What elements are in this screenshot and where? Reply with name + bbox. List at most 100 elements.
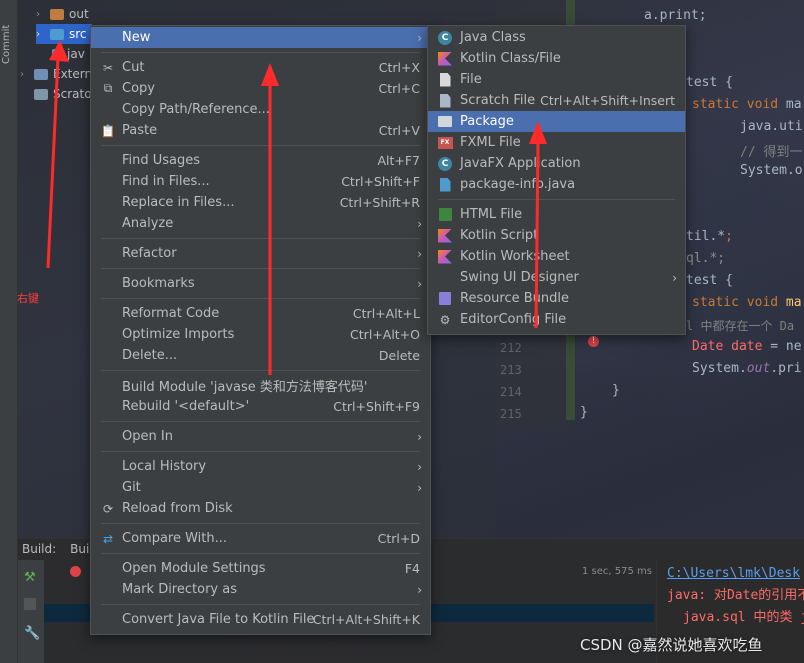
reload-icon: ⟳: [102, 501, 114, 516]
build-duration: 1 sec, 575 ms: [582, 566, 652, 577]
menu-item-build-module[interactable]: Build Module 'javase 类和方法博客代码': [91, 375, 430, 396]
chevron-right-icon[interactable]: ›: [36, 9, 50, 20]
menu-item-replace-in-files[interactable]: Replace in Files... Ctrl+Shift+R: [91, 192, 430, 213]
menu-item-java-class[interactable]: C Java Class: [428, 27, 685, 48]
menu-item-open-in[interactable]: Open In ›: [91, 426, 430, 447]
tree-item-label: Extern: [53, 67, 93, 81]
menu-item-reload-from-disk[interactable]: ⟳ Reload from Disk: [91, 498, 430, 519]
chevron-right-icon: ›: [417, 216, 422, 231]
menu-item-package[interactable]: Package: [428, 111, 685, 132]
stop-icon[interactable]: [24, 598, 36, 610]
menu-item-editorconfig-file[interactable]: ⚙ EditorConfig File: [428, 309, 685, 330]
console-file-link[interactable]: C:\Users\lmk\Desk: [657, 566, 804, 581]
menu-item-bookmarks[interactable]: Bookmarks ›: [91, 273, 430, 294]
error-icon: [70, 566, 81, 577]
menu-item-analyze[interactable]: Analyze ›: [91, 213, 430, 234]
code-line: static void ma: [692, 295, 802, 310]
tree-item-external-libraries[interactable]: › Extern: [20, 64, 92, 84]
scissors-icon: ✂: [102, 60, 114, 75]
menu-item-fxml-file[interactable]: FX FXML File: [428, 132, 685, 153]
java-class-icon: C: [438, 30, 452, 45]
menu-item-convert-to-kotlin[interactable]: Convert Java File to Kotlin File Ctrl+Alt…: [91, 609, 430, 630]
left-tool-strip: Commit: [0, 0, 18, 663]
menu-item-reformat-code[interactable]: Reformat Code Ctrl+Alt+L: [91, 303, 430, 324]
library-icon: [34, 68, 48, 80]
right-click-annotation: 右键: [17, 292, 39, 305]
tree-item-out[interactable]: › out: [36, 4, 89, 24]
kotlin-script-icon: [438, 228, 452, 243]
menu-item-kotlin-worksheet[interactable]: Kotlin Worksheet: [428, 246, 685, 267]
menu-item-compare-with[interactable]: ⇄ Compare With... Ctrl+D: [91, 528, 430, 549]
chevron-right-icon: ›: [417, 480, 422, 495]
menu-item-new[interactable]: New ›: [91, 27, 430, 48]
code-line: til.*;: [686, 229, 733, 244]
menu-item-local-history[interactable]: Local History ›: [91, 456, 430, 477]
code-line: java.uti: [740, 119, 803, 134]
chevron-right-icon: ›: [417, 582, 422, 597]
menu-item-javafx-application[interactable]: C JavaFX Application: [428, 153, 685, 174]
code-comment: l 中都存在一个 Da: [686, 319, 795, 333]
menu-item-find-usages[interactable]: Find Usages Alt+F7: [91, 150, 430, 171]
code-line: Date date = ne: [692, 339, 802, 354]
chevron-right-icon: ›: [417, 429, 422, 444]
line-number: 212: [500, 341, 522, 355]
clipboard-icon: 📋: [100, 123, 116, 138]
chevron-right-icon: ›: [417, 246, 422, 261]
code-line: ql.*;: [686, 251, 726, 266]
javafx-icon: C: [438, 156, 452, 171]
chevron-right-icon[interactable]: ›: [36, 29, 50, 40]
tree-item-label: src: [69, 27, 87, 41]
console-error: java: 对Date的引用不: [667, 588, 804, 603]
fxml-icon: FX: [437, 136, 453, 149]
menu-item-copy-path[interactable]: Copy Path/Reference...: [91, 99, 430, 120]
gear-icon: ⚙: [439, 312, 451, 327]
console-error: java.sql 中的类 j: [683, 610, 804, 625]
code-comment: // 得到一: [740, 145, 803, 160]
chevron-right-icon: ›: [417, 459, 422, 474]
code-line: test {: [686, 273, 733, 288]
build-toolbar: ⚒ 🔧: [18, 560, 44, 663]
menu-item-optimize-imports[interactable]: Optimize Imports Ctrl+Alt+O: [91, 324, 430, 345]
menu-item-resource-bundle[interactable]: Resource Bundle: [428, 288, 685, 309]
menu-item-git[interactable]: Git ›: [91, 477, 430, 498]
build-tabs: Build: Bui: [18, 538, 95, 560]
chevron-right-icon: ›: [672, 270, 677, 285]
tree-item-java-file[interactable]: jav: [52, 44, 85, 64]
menu-item-html-file[interactable]: HTML File: [428, 204, 685, 225]
chevron-right-icon[interactable]: ›: [20, 69, 34, 80]
resource-bundle-icon: [439, 292, 451, 305]
code-line: System.o: [740, 163, 803, 178]
menu-item-kotlin-class[interactable]: Kotlin Class/File: [428, 48, 685, 69]
commit-tab[interactable]: Commit: [1, 22, 17, 64]
menu-item-delete[interactable]: Delete... Delete: [91, 345, 430, 366]
menu-item-kotlin-script[interactable]: Kotlin Script: [428, 225, 685, 246]
menu-item-paste[interactable]: 📋 Paste Ctrl+V: [91, 120, 430, 141]
code-line: test {: [686, 75, 733, 90]
file-icon: [439, 72, 451, 87]
folder-icon: [50, 8, 64, 20]
menu-item-refactor[interactable]: Refactor ›: [91, 243, 430, 264]
kotlin-worksheet-icon: [438, 249, 452, 264]
scratches-icon: [34, 88, 48, 100]
scratch-file-icon: [439, 93, 451, 108]
menu-item-swing-ui-designer[interactable]: Swing UI Designer ›: [428, 267, 685, 288]
tree-item-scratches[interactable]: Scrato: [34, 84, 92, 104]
wrench-icon[interactable]: 🔧: [24, 626, 40, 641]
menu-item-mark-directory-as[interactable]: Mark Directory as ›: [91, 579, 430, 600]
menu-item-scratch-file[interactable]: Scratch File Ctrl+Alt+Shift+Insert: [428, 90, 685, 111]
tree-item-src[interactable]: › src: [36, 24, 92, 44]
menu-item-rebuild[interactable]: Rebuild '<default>' Ctrl+Shift+F9: [91, 396, 430, 417]
menu-item-open-module-settings[interactable]: Open Module Settings F4: [91, 558, 430, 579]
hammer-icon[interactable]: ⚒: [24, 570, 38, 585]
error-icon[interactable]: !: [588, 336, 599, 347]
code-line: a.print;: [644, 8, 707, 23]
line-number: 214: [500, 385, 522, 399]
menu-item-copy[interactable]: ⧉ Copy Ctrl+C: [91, 78, 430, 99]
menu-item-package-info[interactable]: package-info.java: [428, 174, 685, 195]
context-menu: New › ✂ Cut Ctrl+X ⧉ Copy Ctrl+C Copy Path/Re…: [90, 25, 431, 635]
compare-icon: ⇄: [102, 531, 114, 546]
menu-item-file[interactable]: File: [428, 69, 685, 90]
menu-item-cut[interactable]: ✂ Cut Ctrl+X: [91, 57, 430, 78]
menu-item-find-in-files[interactable]: Find in Files... Ctrl+Shift+F: [91, 171, 430, 192]
copy-icon: ⧉: [103, 81, 113, 95]
